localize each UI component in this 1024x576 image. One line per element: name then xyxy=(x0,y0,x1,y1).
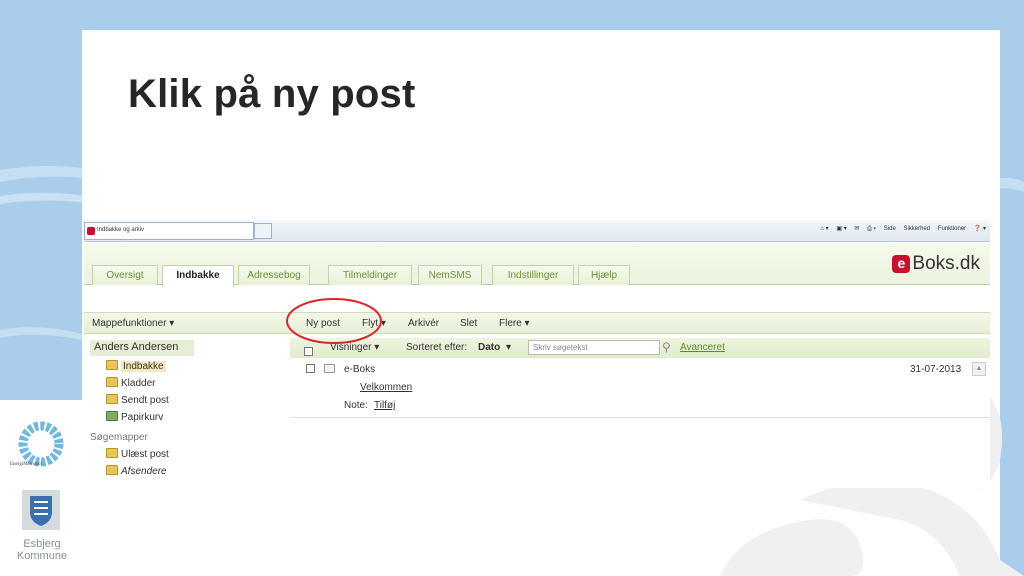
tab-tilmeldinger[interactable]: Tilmeldinger xyxy=(328,265,412,285)
help-icon[interactable]: ❓ ▾ xyxy=(974,226,986,232)
search-folder-icon xyxy=(106,448,118,458)
folder-functions-menu[interactable]: Mappefunktioner ▾ xyxy=(92,318,174,329)
folder-sidebar: Anders Andersen Indbakke Kladder Sendt p… xyxy=(84,336,284,486)
feeds-icon[interactable]: ▣ ▾ xyxy=(836,226,846,232)
security-menu[interactable]: Sikkerhed xyxy=(903,226,930,232)
esbjerg-coat-of-arms-icon xyxy=(22,490,60,530)
tab-indstillinger[interactable]: Indstillinger xyxy=(492,265,574,285)
esbjerg-kommune-logo-text: Esbjerg Kommune xyxy=(8,538,76,562)
search-icon[interactable]: ⚲ xyxy=(662,340,671,354)
folder-sendt-post[interactable]: Sendt post xyxy=(106,394,169,408)
search-folder-icon xyxy=(106,465,118,475)
action-toolbar: Mappefunktioner ▾ Ny post Flyt ▾ Arkivér… xyxy=(84,312,990,334)
delete-button[interactable]: Slet xyxy=(460,318,477,329)
sort-value[interactable]: Dato xyxy=(478,342,500,353)
folder-ulaest-post[interactable]: Ulæst post xyxy=(106,448,169,462)
sort-label: Sorteret efter: xyxy=(406,342,468,353)
eboks-screenshot: Indbakke og arkiv ⌂ ▾ ▣ ▾ ✉ ⎙ ▾ Side Sik… xyxy=(84,214,990,488)
sort-dropdown-icon[interactable]: ▾ xyxy=(506,342,511,353)
divider xyxy=(290,417,990,418)
folder-indbakke[interactable]: Indbakke xyxy=(106,360,166,374)
advanced-search-link[interactable]: Avanceret xyxy=(680,342,725,353)
tools-menu[interactable]: Funktioner xyxy=(938,226,966,232)
message-list-header: Visninger ▾ Sorteret efter: Dato ▾ Skriv… xyxy=(290,338,990,358)
home-icon[interactable]: ⌂ ▾ xyxy=(820,226,828,232)
eboks-logo-mark: e xyxy=(892,255,911,273)
message-date: 31-07-2013 xyxy=(910,364,962,375)
browser-tab[interactable]: Indbakke og arkiv xyxy=(84,222,254,240)
tab-adressebog[interactable]: Adressebog xyxy=(238,265,310,285)
archive-button[interactable]: Arkivér xyxy=(408,318,439,329)
energimetropol-logo-text: EnergiMetropol xyxy=(10,462,42,467)
mail-icon[interactable]: ✉ xyxy=(854,226,859,232)
search-input[interactable]: Skriv søgetekst xyxy=(528,340,660,355)
tab-oversigt[interactable]: Oversigt xyxy=(92,265,158,285)
eboks-logo[interactable]: e Boks.dk xyxy=(892,253,980,275)
inbox-folder-icon xyxy=(106,360,118,370)
browser-tab-title: Indbakke og arkiv xyxy=(97,227,145,233)
tab-indbakke[interactable]: Indbakke xyxy=(162,265,234,287)
folder-kladder[interactable]: Kladder xyxy=(106,377,155,391)
new-tab-button[interactable] xyxy=(254,223,272,239)
print-icon[interactable]: ⎙ ▾ xyxy=(867,226,876,232)
folder-afsendere[interactable]: Afsendere xyxy=(106,465,167,479)
slide-title: Klik på ny post xyxy=(128,72,416,116)
browser-command-bar: ⌂ ▾ ▣ ▾ ✉ ⎙ ▾ Side Sikkerhed Funktioner … xyxy=(814,225,986,233)
eboks-logo-text: Boks.dk xyxy=(912,253,980,274)
message-checkbox[interactable] xyxy=(306,364,315,376)
envelope-icon xyxy=(324,364,335,375)
message-subject-link[interactable]: Velkommen xyxy=(360,382,412,393)
esbjerg-line-2: Kommune xyxy=(16,550,68,562)
eboks-favicon-icon xyxy=(87,227,95,235)
note-label: Note: xyxy=(344,400,368,411)
scroll-up-arrow-icon[interactable]: ▲ xyxy=(972,362,986,376)
add-note-link[interactable]: Tilføj xyxy=(374,400,395,411)
trash-icon xyxy=(106,411,118,421)
tab-nemsms[interactable]: NemSMS xyxy=(418,265,482,285)
drafts-folder-icon xyxy=(106,377,118,387)
user-name: Anders Andersen xyxy=(90,340,194,356)
sent-folder-icon xyxy=(106,394,118,404)
esbjerg-line-1: Esbjerg xyxy=(23,538,61,550)
folder-papirkurv[interactable]: Papirkurv xyxy=(106,411,163,425)
side-menu[interactable]: Side xyxy=(884,226,896,232)
browser-tab-bar: Indbakke og arkiv ⌂ ▾ ▣ ▾ ✉ ⎙ ▾ Side Sik… xyxy=(84,220,990,242)
highlight-circle xyxy=(286,298,382,344)
more-button[interactable]: Flere ▾ xyxy=(499,318,530,329)
message-sender[interactable]: e-Boks xyxy=(344,364,375,375)
search-folders-header: Søgemapper xyxy=(90,432,148,443)
tab-hjaelp[interactable]: Hjælp xyxy=(578,265,630,285)
eboks-header: Oversigt Indbakke Adressebog Tilmeldinge… xyxy=(84,243,990,287)
